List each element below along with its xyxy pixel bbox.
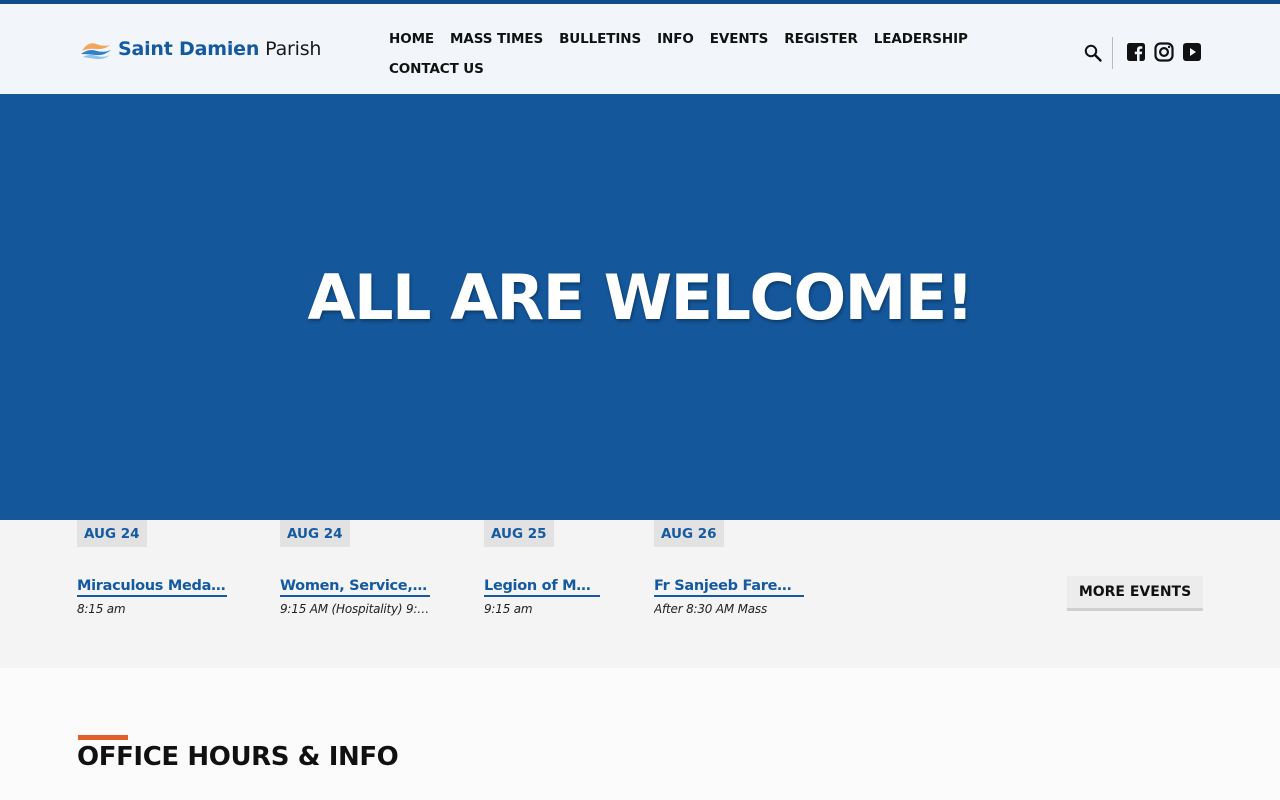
- nav-bulletins[interactable]: BULLETINS: [559, 31, 641, 47]
- nav-events[interactable]: EVENTS: [710, 31, 769, 47]
- logo-name-light: Parish: [265, 38, 322, 60]
- event-title-link[interactable]: Miraculous Medal Novena: [77, 578, 227, 597]
- event-card: AUG 24 Miraculous Medal Novena 8:15 am: [77, 520, 237, 616]
- nav-info[interactable]: INFO: [657, 31, 694, 47]
- event-date: AUG 24: [280, 520, 350, 547]
- event-title-link[interactable]: Legion of Mary: [484, 578, 600, 597]
- logo-name-bold: Saint Damien: [118, 38, 260, 60]
- youtube-icon[interactable]: [1182, 42, 1202, 62]
- wave-logo-icon: [81, 43, 111, 60]
- nav-home[interactable]: HOME: [389, 31, 434, 47]
- facebook-icon[interactable]: [1126, 42, 1146, 62]
- header-divider: [1112, 37, 1113, 69]
- event-date: AUG 24: [77, 520, 147, 547]
- nav-leadership[interactable]: LEADERSHIP: [874, 31, 968, 47]
- more-events-button[interactable]: MORE EVENTS: [1067, 576, 1203, 611]
- event-date: AUG 26: [654, 520, 724, 547]
- instagram-icon[interactable]: [1154, 42, 1174, 62]
- event-date: AUG 25: [484, 520, 554, 547]
- event-time: After 8:30 AM Mass: [654, 602, 768, 616]
- logo-text: Saint Damien Parish: [118, 38, 321, 60]
- event-time: 8:15 am: [77, 602, 126, 616]
- event-card: AUG 24 Women, Service, and Prayer 9:15 A…: [280, 520, 440, 616]
- hero-banner: ALL ARE WELCOME!: [0, 94, 1280, 520]
- events-bar: AUG 24 Miraculous Medal Novena 8:15 am A…: [0, 520, 1280, 668]
- nav-register[interactable]: REGISTER: [784, 31, 858, 47]
- event-time: 9:15 am: [484, 602, 533, 616]
- event-time: 9:15 AM (Hospitality) 9:30 AM: [280, 602, 435, 616]
- event-card: AUG 26 Fr Sanjeeb Farewell After 8:30 AM…: [654, 520, 814, 616]
- office-hours-title: OFFICE HOURS & INFO: [77, 742, 399, 772]
- section-accent-bar: [78, 735, 128, 740]
- search-icon[interactable]: [1083, 43, 1103, 63]
- event-card: AUG 25 Legion of Mary 9:15 am: [484, 520, 644, 616]
- main-nav: HOME MASS TIMES BULLETINS INFO EVENTS RE…: [389, 24, 1009, 84]
- hero-title: ALL ARE WELCOME!: [307, 260, 974, 334]
- nav-mass-times[interactable]: MASS TIMES: [450, 31, 543, 47]
- nav-contact-us[interactable]: CONTACT US: [389, 61, 484, 77]
- site-logo[interactable]: Saint Damien Parish: [80, 34, 321, 64]
- event-title-link[interactable]: Fr Sanjeeb Farewell: [654, 578, 804, 597]
- site-header: Saint Damien Parish HOME MASS TIMES BULLE…: [0, 4, 1280, 94]
- event-title-link[interactable]: Women, Service, and Prayer: [280, 578, 430, 597]
